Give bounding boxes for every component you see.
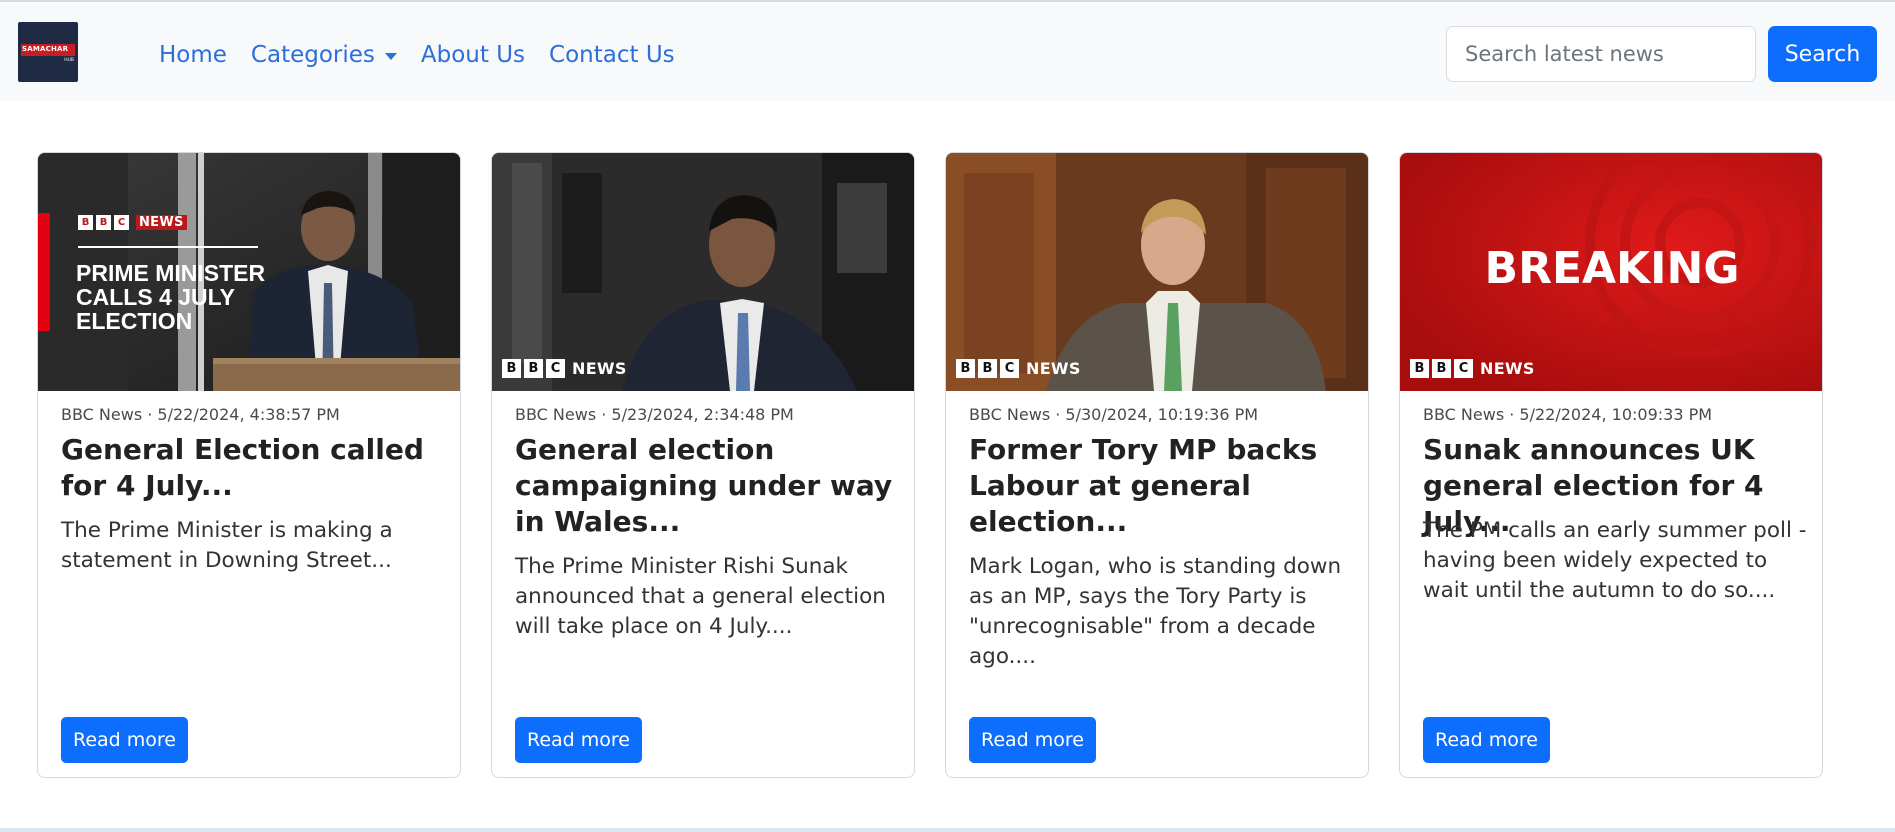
card-description: The PM calls an early summer poll - havi… — [1423, 518, 1807, 603]
image-headline-line-2: CALLS 4 JULY — [76, 284, 235, 310]
news-card-2: B B C NEWS BBC News · 5/23/2024, 2:34:48… — [491, 152, 915, 778]
read-more-button[interactable]: Read more — [969, 717, 1096, 763]
card-image-2[interactable]: B B C NEWS — [492, 153, 914, 391]
nav-categories-label: Categories — [250, 42, 375, 68]
logo-text-sub: HUB — [64, 58, 74, 63]
bbc-letter-c: C — [1000, 359, 1019, 378]
search-button[interactable]: Search — [1768, 26, 1877, 82]
card-meta: BBC News · 5/22/2024, 4:38:57 PM — [61, 405, 340, 424]
bbc-news-logo: B B C NEWS — [78, 215, 187, 230]
news-card-1: B B C NEWS PRIME MINISTER CALLS 4 JULY E… — [37, 152, 461, 778]
bbc-news-text: NEWS — [1026, 359, 1081, 378]
bbc-letter-c: C — [1454, 359, 1473, 378]
card-description: The Prime Minister Rishi Sunak announced… — [515, 554, 886, 639]
bbc-letter-b1: B — [956, 359, 975, 378]
navbar: SAMACHAR HUB Home Categories About Us Co… — [0, 2, 1895, 101]
bbc-news-logo: B B C NEWS — [956, 359, 1081, 378]
headline-divider — [78, 246, 258, 248]
read-more-button[interactable]: Read more — [61, 717, 188, 763]
bbc-news-text: NEWS — [1480, 359, 1535, 378]
bbc-letter-c: C — [546, 359, 565, 378]
card-image-4[interactable]: BREAKING B B C NEWS — [1400, 153, 1822, 391]
image-headline-line-1: PRIME MINISTER — [76, 260, 266, 286]
nav-links: Home Categories About Us Contact Us — [159, 42, 675, 68]
logo-text-main: SAMACHAR — [22, 45, 69, 53]
read-more-button[interactable]: Read more — [515, 717, 642, 763]
bbc-news-text: NEWS — [136, 215, 187, 230]
card-title[interactable]: General election campaigning under way i… — [515, 432, 895, 540]
news-card-4: BREAKING B B C NEWS BBC News · 5/22/2024… — [1399, 152, 1823, 778]
bbc-letter-b2: B — [96, 215, 111, 230]
site-logo[interactable]: SAMACHAR HUB — [18, 22, 78, 82]
bbc-letter-b2: B — [978, 359, 997, 378]
card-image-3[interactable]: B B C NEWS — [946, 153, 1368, 391]
nav-home-link[interactable]: Home — [159, 42, 227, 68]
nav-about-link[interactable]: About Us — [421, 42, 525, 68]
card-meta: BBC News · 5/23/2024, 2:34:48 PM — [515, 405, 794, 424]
bbc-news-logo: B B C NEWS — [502, 359, 627, 378]
card-image-3-photo — [946, 153, 1368, 391]
nav-categories-dropdown[interactable]: Categories — [251, 42, 397, 68]
bbc-letter-b1: B — [502, 359, 521, 378]
caret-down-icon — [384, 52, 397, 60]
card-description: The Prime Minister is making a statement… — [61, 518, 393, 573]
bbc-letter-c: C — [114, 215, 129, 230]
read-more-button[interactable]: Read more — [1423, 717, 1550, 763]
bbc-letter-b1: B — [78, 215, 93, 230]
card-meta: BBC News · 5/30/2024, 10:19:36 PM — [969, 405, 1259, 424]
card-image-2-photo — [492, 153, 914, 391]
bbc-letter-b2: B — [524, 359, 543, 378]
nav-contact-link[interactable]: Contact Us — [549, 42, 675, 68]
image-headline-line-3: ELECTION — [76, 308, 193, 334]
bbc-news-logo: B B C NEWS — [1410, 359, 1535, 378]
card-title[interactable]: General Election called for 4 July... — [61, 432, 441, 504]
bbc-news-text: NEWS — [572, 359, 627, 378]
news-card-3: B B C NEWS BBC News · 5/30/2024, 10:19:3… — [945, 152, 1369, 778]
bbc-letter-b2: B — [1432, 359, 1451, 378]
bbc-letter-b1: B — [1410, 359, 1429, 378]
image-headline: PRIME MINISTER CALLS 4 JULY ELECTION — [76, 261, 265, 333]
card-meta: BBC News · 5/22/2024, 10:09:33 PM — [1423, 405, 1713, 424]
card-image-1[interactable]: B B C NEWS PRIME MINISTER CALLS 4 JULY E… — [38, 153, 460, 391]
search-input[interactable] — [1446, 26, 1756, 82]
card-title[interactable]: Former Tory MP backs Labour at general e… — [969, 432, 1349, 540]
breaking-headline: BREAKING — [1484, 243, 1740, 294]
bottom-border — [0, 828, 1895, 832]
card-description: Mark Logan, who is standing down as an M… — [969, 554, 1342, 669]
